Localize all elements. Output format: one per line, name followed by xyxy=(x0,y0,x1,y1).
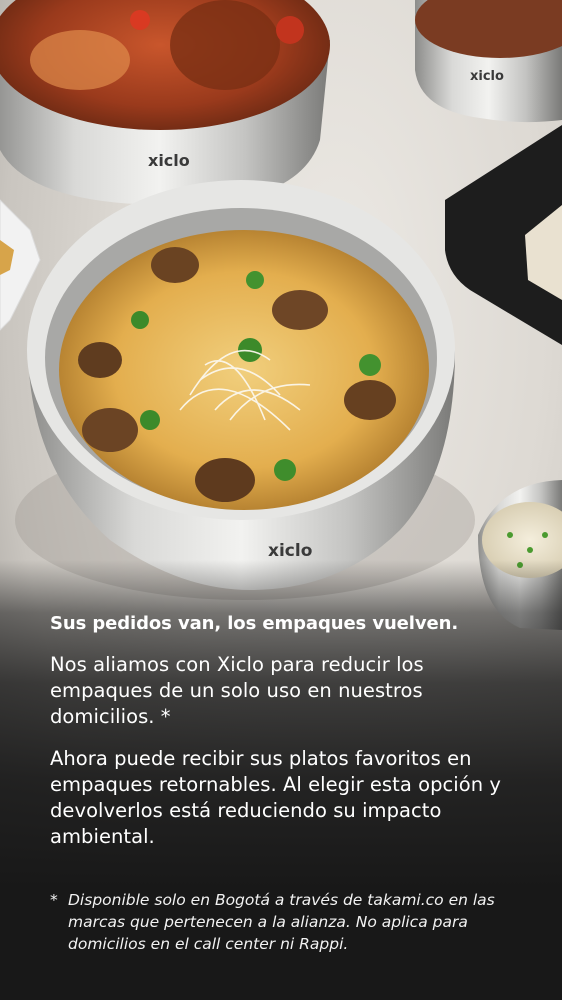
svg-text:xiclo: xiclo xyxy=(148,151,190,170)
promo-paragraph-returnable: Ahora puede recibir sus platos favoritos… xyxy=(50,747,501,848)
promo-paragraph-xiclo: Nos aliamos con Xiclo para reducir los e… xyxy=(50,653,424,728)
footnote-marker: * xyxy=(50,891,58,909)
svg-text:xiclo: xiclo xyxy=(268,541,312,561)
promo-headline: Sus pedidos van, los empaques vuelven. xyxy=(50,613,459,634)
promo-text-block: Sus pedidos van, los empaques vuelven. N… xyxy=(50,612,524,866)
svg-text:xiclo: xiclo xyxy=(470,69,504,84)
footnote: * Disponible solo en Bogotá a través de … xyxy=(50,889,522,955)
footnote-text: Disponible solo en Bogotá a través de ta… xyxy=(68,891,495,953)
